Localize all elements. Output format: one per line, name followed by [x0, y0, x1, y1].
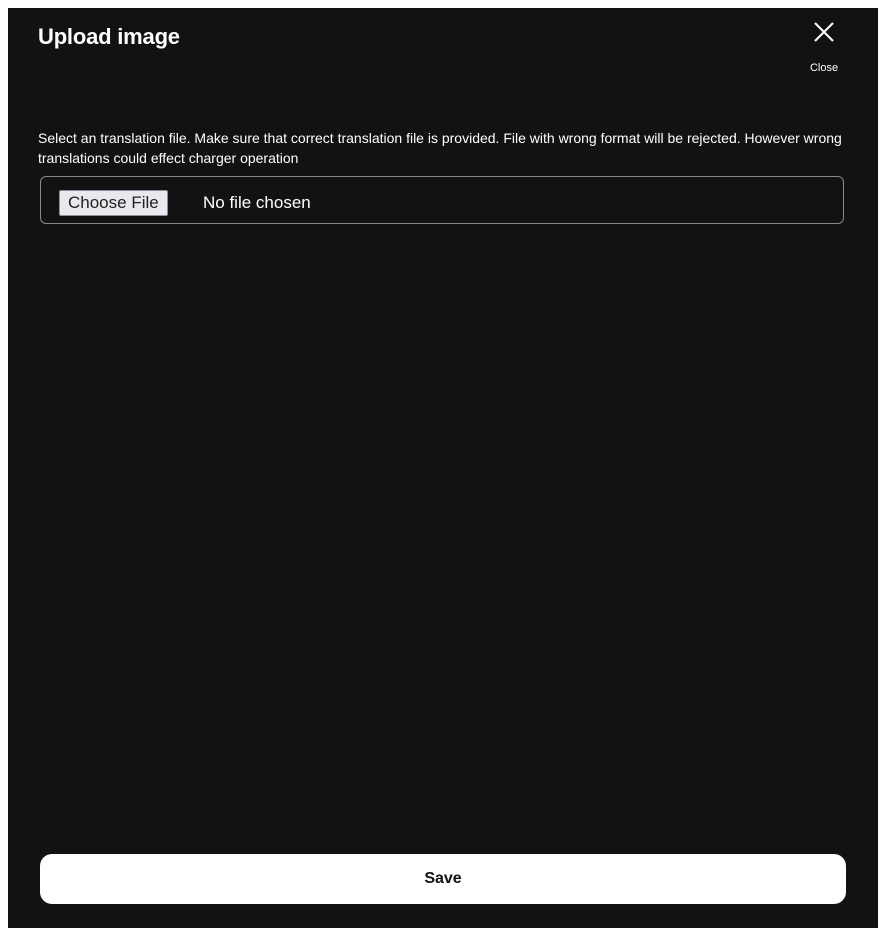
dialog-title: Upload image: [38, 24, 180, 49]
instructions-text: Select an translation file. Make sure th…: [38, 130, 842, 166]
close-button[interactable]: Close: [804, 18, 844, 80]
file-status-text: No file chosen: [203, 193, 311, 212]
upload-dialog: Upload image Close Select an translation…: [8, 8, 878, 928]
close-label: Close: [809, 62, 839, 74]
close-icon: [814, 22, 834, 42]
file-input-field[interactable]: Choose File No file chosen: [40, 176, 844, 224]
choose-file-button[interactable]: Choose File: [59, 190, 168, 216]
save-button[interactable]: Save: [40, 854, 846, 904]
